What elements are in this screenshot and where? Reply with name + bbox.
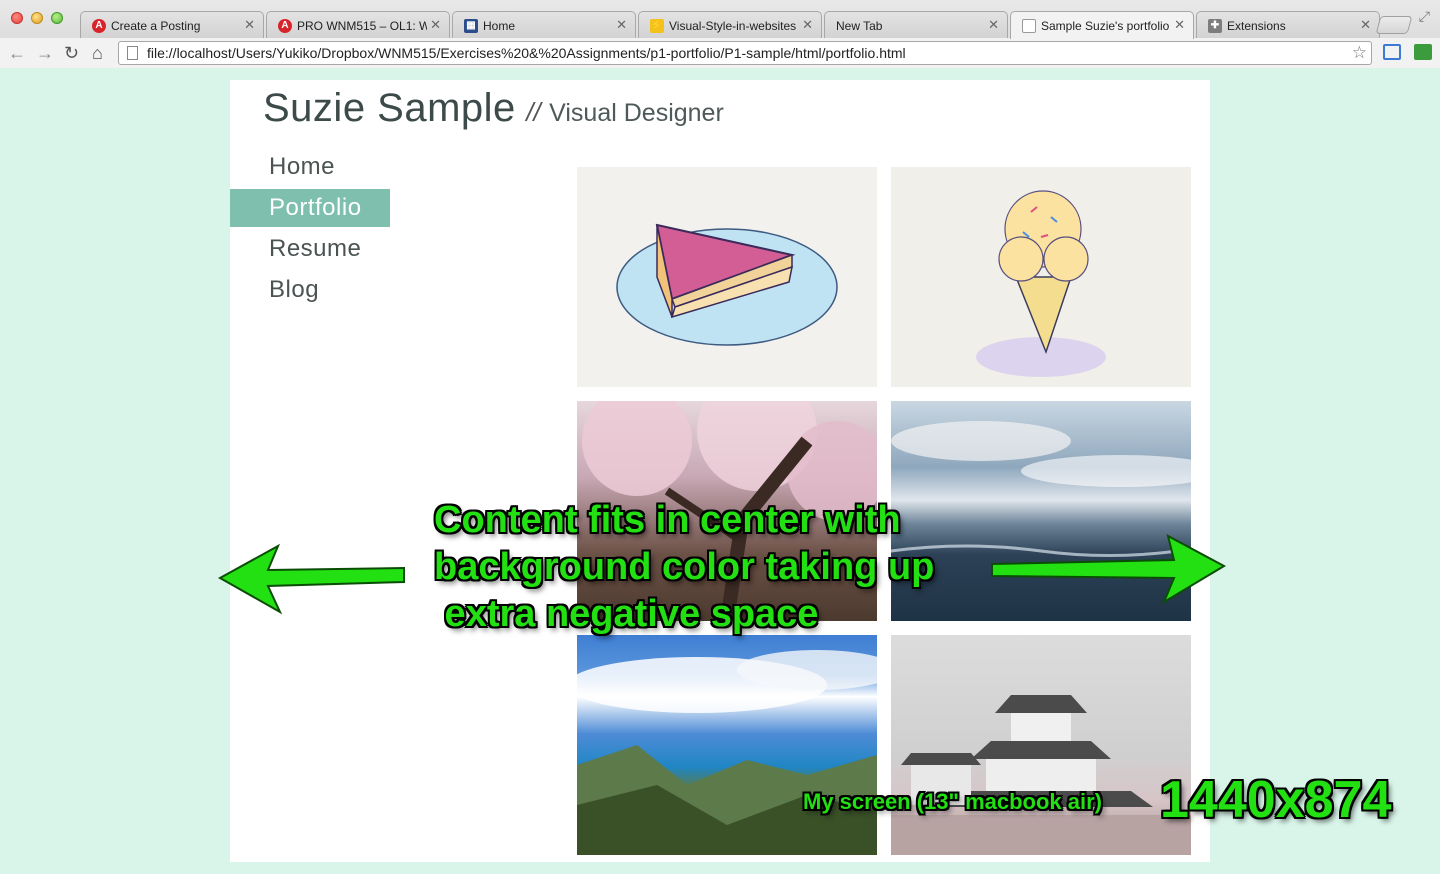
adobe-icon: A (92, 18, 106, 33)
zoom-window-button[interactable] (51, 12, 63, 24)
close-icon[interactable]: ✕ (616, 12, 627, 38)
puzzle-icon: ✚ (1208, 18, 1222, 33)
ice-cream-illustration[interactable] (891, 167, 1191, 387)
nav-item-resume[interactable]: Resume (230, 230, 390, 268)
home-icon[interactable]: ⌂ (92, 42, 103, 64)
tab-title: Sample Suzie's portfolio (1041, 18, 1170, 33)
tab-title: PRO WNM515 – OL1: We (297, 18, 427, 33)
browser-toolbar: ← → ↻ ⌂ file://localhost/Users/Yukiko/Dr… (0, 38, 1440, 68)
back-icon[interactable]: ← (8, 42, 26, 64)
close-icon[interactable]: ✕ (802, 12, 813, 38)
tab-strip: A Create a Posting ✕ A PRO WNM515 – OL1:… (76, 8, 1416, 39)
tab-extensions[interactable]: ✚ Extensions ✕ (1196, 11, 1380, 39)
page-icon (127, 46, 138, 60)
nav-item-home[interactable]: Home (230, 148, 390, 186)
browser-chrome: A Create a Posting ✕ A PRO WNM515 – OL1:… (0, 0, 1440, 68)
close-icon[interactable]: ✕ (430, 12, 441, 38)
tab-new-tab[interactable]: New Tab ✕ (824, 11, 1008, 39)
close-icon[interactable]: ✕ (1360, 12, 1371, 38)
bookmark-star-icon[interactable]: ☆ (1352, 42, 1367, 64)
content-container: Suzie Sample // Visual Designer Home Por… (230, 80, 1210, 862)
new-tab-button[interactable] (1375, 16, 1413, 34)
tab-title: Create a Posting (111, 18, 201, 33)
page-icon (1022, 18, 1036, 33)
cake-illustration[interactable] (577, 167, 877, 387)
right-arrow-icon (991, 534, 1227, 605)
tab-title: New Tab (836, 18, 883, 33)
close-window-button[interactable] (11, 12, 23, 24)
nav-item-portfolio[interactable]: Portfolio (230, 189, 390, 227)
tab-visual-style[interactable]: ⚡ Visual-Style-in-websites ✕ (638, 11, 822, 39)
close-icon[interactable]: ✕ (244, 12, 255, 38)
address-bar[interactable]: file://localhost/Users/Yukiko/Dropbox/WN… (118, 41, 1372, 65)
extension-icon[interactable] (1414, 44, 1432, 60)
title-separator: // (526, 97, 541, 127)
forward-icon[interactable]: → (36, 42, 54, 64)
annotation-screen-size: 1440x874 (1160, 771, 1392, 829)
site-role: Visual Designer (549, 99, 724, 127)
main-nav: Home Portfolio Resume Blog (230, 148, 390, 312)
coastline-photo[interactable] (577, 635, 877, 855)
fullscreen-icon[interactable]: ⤢ (1419, 8, 1430, 25)
tab-title: Home (483, 18, 516, 33)
nav-item-blog[interactable]: Blog (230, 271, 390, 309)
grid-icon: ▦ (464, 18, 478, 33)
tab-home[interactable]: ▦ Home ✕ (452, 11, 636, 39)
close-icon[interactable]: ✕ (988, 12, 999, 38)
site-header: Suzie Sample // Visual Designer (263, 86, 724, 131)
annotation-callout: Content fits in center with background c… (434, 499, 935, 635)
tab-title: Extensions (1227, 18, 1286, 33)
reload-icon[interactable]: ↻ (64, 42, 79, 64)
url-text: file://localhost/Users/Yukiko/Dropbox/WN… (147, 45, 906, 61)
cast-icon[interactable] (1383, 44, 1401, 60)
minimize-window-button[interactable] (31, 12, 43, 24)
castle-photo[interactable] (891, 635, 1191, 855)
tab-create-posting[interactable]: A Create a Posting ✕ (80, 11, 264, 39)
adobe-icon: A (278, 18, 292, 33)
annotation-screen-label: My screen (13" macbook air) (803, 789, 1102, 814)
tab-pro-wnm515[interactable]: A PRO WNM515 – OL1: We ✕ (266, 11, 450, 39)
close-icon[interactable]: ✕ (1174, 12, 1185, 38)
tab-title: Visual-Style-in-websites (669, 18, 797, 33)
lightning-icon: ⚡ (650, 18, 664, 33)
left-arrow-icon (218, 543, 405, 615)
site-name[interactable]: Suzie Sample (263, 86, 516, 130)
tab-suzie-portfolio[interactable]: Sample Suzie's portfolio ✕ (1010, 11, 1194, 39)
